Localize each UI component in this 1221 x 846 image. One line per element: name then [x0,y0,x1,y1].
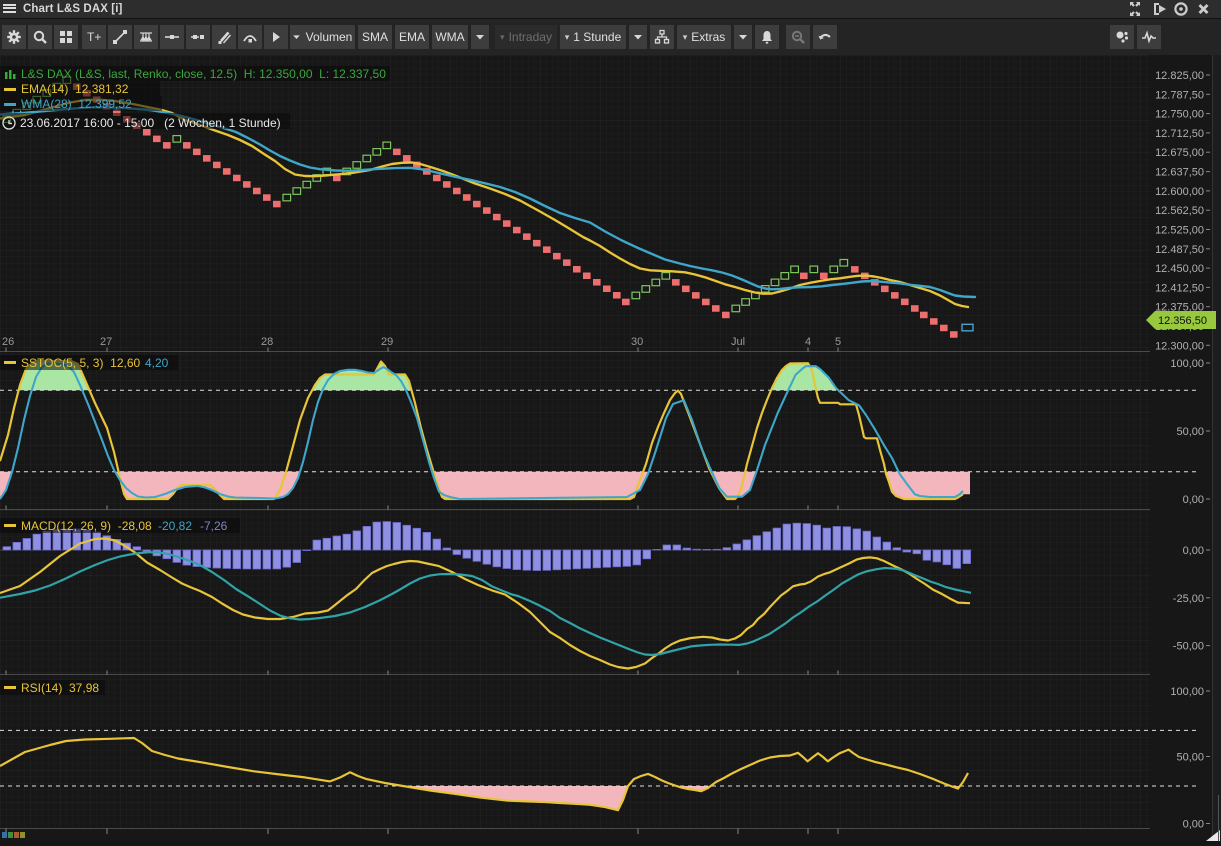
svg-text:12.300,00: 12.300,00 [1155,340,1204,352]
svg-text:12.750,00: 12.750,00 [1155,109,1204,121]
svg-text:0,00: 0,00 [1183,819,1204,831]
svg-text:L&S DAX (L&S, last, Renko, clo: L&S DAX (L&S, last, Renko, close, 12.5) … [21,67,386,81]
svg-text:50,00: 50,00 [1176,752,1204,764]
svg-text:12.825,00: 12.825,00 [1155,70,1204,82]
svg-text:12.450,00: 12.450,00 [1155,263,1204,275]
svg-text:5: 5 [835,336,841,348]
svg-text:50,00: 50,00 [1176,426,1204,438]
svg-text:100,00: 100,00 [1170,358,1204,370]
svg-text:4,20: 4,20 [145,356,169,370]
svg-text:12.356,50: 12.356,50 [1158,315,1207,327]
svg-text:12.637,50: 12.637,50 [1155,167,1204,179]
svg-text:12.600,00: 12.600,00 [1155,186,1204,198]
svg-text:-25,00: -25,00 [1173,593,1204,605]
svg-text:12.525,00: 12.525,00 [1155,225,1204,237]
svg-text:-50,00: -50,00 [1173,641,1204,653]
svg-text:EMA(14) 12.381,32: EMA(14) 12.381,32 [21,82,129,96]
svg-text:28: 28 [261,336,273,348]
svg-text:12.562,50: 12.562,50 [1155,205,1204,217]
svg-text:12.675,00: 12.675,00 [1155,147,1204,159]
svg-text:T+: T+ [87,30,101,44]
svg-text:12.787,50: 12.787,50 [1155,89,1204,101]
svg-text:26: 26 [2,336,14,348]
svg-text:4: 4 [805,336,811,348]
svg-text:0,00: 0,00 [1183,494,1204,506]
svg-text:12.412,50: 12.412,50 [1155,282,1204,294]
svg-text:RSI(14) 37,98: RSI(14) 37,98 [21,681,99,695]
svg-text:29: 29 [381,336,393,348]
svg-text:-20,82: -20,82 [158,519,192,533]
svg-text:27: 27 [100,336,112,348]
svg-text:SSTOC(5, 5, 3) 12,60: SSTOC(5, 5, 3) 12,60 [21,356,140,370]
svg-text:30: 30 [631,336,643,348]
svg-text:0,00: 0,00 [1183,545,1204,557]
svg-text:12.712,50: 12.712,50 [1155,128,1204,140]
svg-text:23.06.2017 16:00 - 15:00 (2: 23.06.2017 16:00 - 15:00 (2 Wochen, 1 St… [20,116,281,130]
svg-text:-7,26: -7,26 [200,519,228,533]
svg-text:WMA(28) 12.399,52: WMA(28) 12.399,52 [21,97,132,111]
svg-text:100,00: 100,00 [1170,686,1204,698]
svg-text:12.487,50: 12.487,50 [1155,244,1204,256]
svg-text:MACD(12, 26, 9) -28,08: MACD(12, 26, 9) -28,08 [21,519,152,533]
svg-text:Jul: Jul [731,336,745,348]
